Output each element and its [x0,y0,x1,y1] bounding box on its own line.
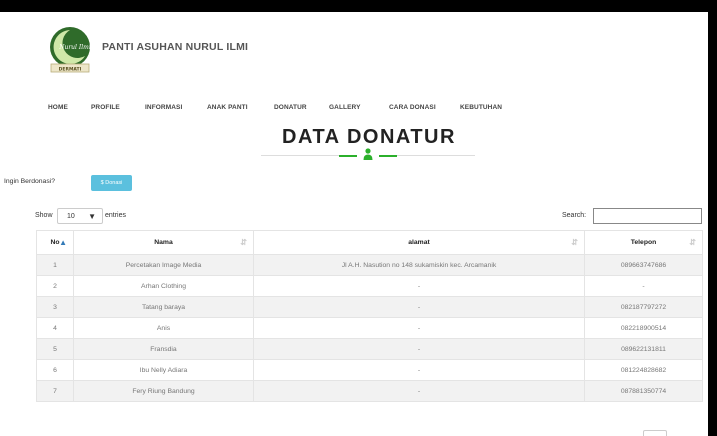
donatur-table: No ▲ Nama ⇵ alamat ⇵ Telepon ⇵ 1 Percetakan I… [36,230,703,402]
cell-no: 1 [36,254,74,276]
nav-donatur[interactable]: DONATUR [274,104,307,111]
column-header-label: Telepon [630,239,657,246]
nav-anak-panti[interactable]: ANAK PANTI [207,104,248,111]
entries-length-value: 10 [67,213,75,220]
entries-length-select[interactable]: 10 ▼ [57,208,103,224]
divider-accent-left [339,155,357,157]
sort-icon: ⇵ [571,238,578,247]
cell-nama: Tatang baraya [73,296,254,318]
column-header-label: Nama [154,239,173,246]
cell-alamat: - [253,275,585,297]
cell-nama: Arhan Clothing [73,275,254,297]
cell-alamat: - [253,380,585,402]
cell-no: 2 [36,275,74,297]
logo-text: Nurul Ilmi [58,44,91,51]
page-title-section: DATA DONATUR [0,126,708,168]
table-row: 2 Arhan Clothing - - [36,275,703,297]
cell-nama: Fery Riung Bandung [73,380,254,402]
divider-line-left [261,155,339,156]
cell-telepon: 082218900514 [584,317,703,339]
sort-icon: ▲ [59,238,67,247]
table-row: 7 Fery Riung Bandung -087881350774 [36,380,703,402]
nav-home[interactable]: HOME [48,104,68,111]
table-row: 6 Ibu Nelly Adiara -081224828682 [36,359,703,381]
nav-gallery[interactable]: GALLERY [329,104,361,111]
column-header-no[interactable]: No ▲ [36,230,74,255]
sort-icon: ⇵ [240,238,247,247]
sort-icon: ⇵ [689,238,696,247]
page: Nurul Ilmi DERMATI PANTI ASUHAN NURUL IL… [0,12,708,436]
nav-informasi[interactable]: INFORMASI [145,104,182,111]
cell-no: 5 [36,338,74,360]
cell-no: 3 [36,296,74,318]
user-icon [363,148,373,160]
cell-alamat: - [253,296,585,318]
table-row: 3 Tatang baraya -082187797272 [36,296,703,318]
column-header-nama[interactable]: Nama ⇵ [73,230,254,255]
cell-telepon: 082187797272 [584,296,703,318]
cell-nama: Ibu Nelly Adiara [73,359,254,381]
table-row: 1 Percetakan Image Media Jl A.H. Nasution … [36,254,703,276]
logo-subtext: DERMATI [59,67,82,73]
cell-alamat: Jl A.H. Nasution no 148 sukamiskin kec. … [253,254,585,276]
search-label: Search: [562,212,587,219]
table-row: 4 Anis -082218900514 [36,317,703,339]
column-header-telepon[interactable]: Telepon ⇵ [584,230,703,255]
nav-kebutuhan[interactable]: KEBUTUHAN [460,104,502,111]
table-header-row: No ▲ Nama ⇵ alamat ⇵ Telepon ⇵ [36,230,703,255]
entries-label: entries [105,212,127,219]
cell-telepon: 081224828682 [584,359,703,381]
show-label: Show [35,212,53,219]
page-title: DATA DONATUR [282,126,456,148]
cell-telepon: 089622131811 [584,338,703,360]
column-header-alamat[interactable]: alamat ⇵ [253,230,585,255]
cell-alamat: - [253,317,585,339]
cell-telepon: - [584,275,703,297]
cell-nama: Anis [73,317,254,339]
cell-alamat: - [253,338,585,360]
divider-line-right [397,155,475,156]
chevron-down-icon: ▼ [88,212,96,221]
cell-no: 7 [36,380,74,402]
nav-cara-donasi[interactable]: CARA DONASI [389,104,436,111]
site-title: PANTI ASUHAN NURUL ILMI [102,41,249,53]
search-input[interactable] [593,208,702,224]
header: Nurul Ilmi DERMATI PANTI ASUHAN NURUL IL… [0,12,708,128]
main-nav: HOME PROFILE INFORMASI ANAK PANTI DONATU… [0,104,708,118]
donasi-prompt: Ingin Berdonasi? [4,178,56,185]
cell-alamat: - [253,359,585,381]
cell-nama: Percetakan Image Media [73,254,254,276]
cell-telepon: 087881350774 [584,380,703,402]
pagination-button[interactable] [643,430,667,436]
divider-accent-right [379,155,397,157]
cell-no: 4 [36,317,74,339]
logo-emblem[interactable]: Nurul Ilmi DERMATI [45,24,95,74]
donate-button[interactable]: $ Donasi [91,175,132,191]
table-row: 5 Fransdia -089622131811 [36,338,703,360]
cell-no: 6 [36,359,74,381]
cell-nama: Fransdia [73,338,254,360]
column-header-label: alamat [408,239,430,246]
cell-telepon: 089663747686 [584,254,703,276]
nav-profile[interactable]: PROFILE [91,104,120,111]
